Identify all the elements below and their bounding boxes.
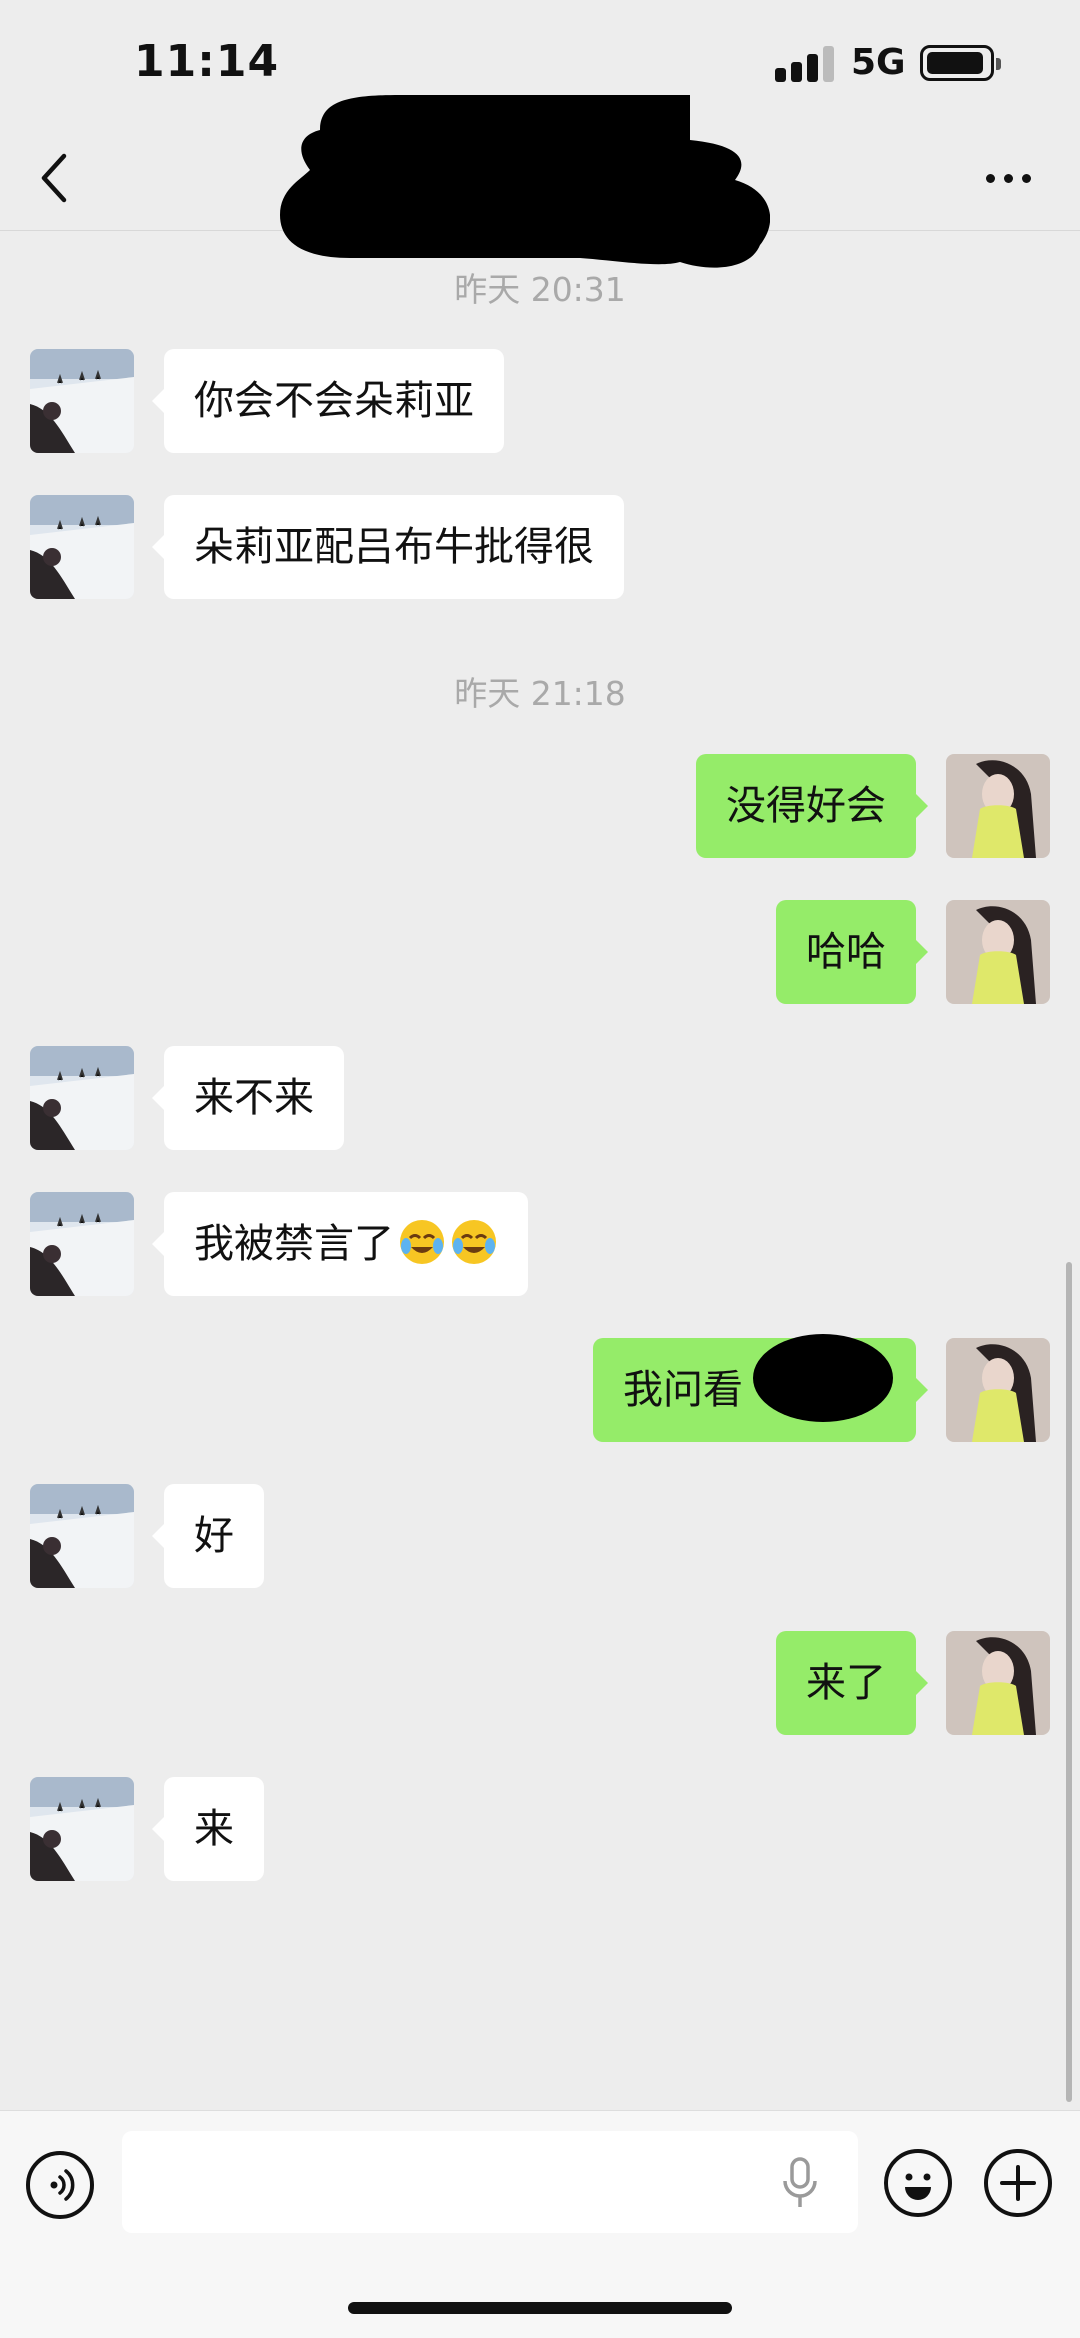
crying-laughing-emoji-icon bbox=[400, 1220, 444, 1264]
emoji-button[interactable] bbox=[884, 2149, 952, 2217]
message-bubble-outgoing[interactable]: 没得好会 bbox=[696, 754, 928, 858]
contact-avatar[interactable] bbox=[30, 1777, 134, 1881]
user-avatar[interactable] bbox=[946, 754, 1050, 858]
user-avatar[interactable] bbox=[946, 1338, 1050, 1442]
contact-avatar[interactable] bbox=[30, 1484, 134, 1588]
smiley-icon bbox=[905, 2173, 931, 2200]
microphone-icon[interactable] bbox=[780, 2157, 820, 2209]
message-input[interactable] bbox=[122, 2131, 858, 2233]
more-options-button[interactable] bbox=[984, 168, 1034, 188]
message-bubble-incoming[interactable]: 好 bbox=[152, 1484, 264, 1588]
contact-avatar[interactable] bbox=[30, 1046, 134, 1150]
message-row-outgoing: 我问看 bbox=[0, 1334, 1080, 1442]
chat-message-list[interactable]: 昨天 20:31 你会不会朵莉亚 朵莉亚配吕布牛批得很 昨天 21:18 没得好… bbox=[0, 231, 1080, 2111]
message-row-outgoing: 来了 bbox=[0, 1631, 1080, 1735]
message-bubble-outgoing[interactable]: 我问看 bbox=[593, 1334, 928, 1442]
chat-header bbox=[0, 95, 1080, 268]
contact-avatar[interactable] bbox=[30, 495, 134, 599]
message-row-incoming: 我被禁言了 bbox=[0, 1192, 1080, 1296]
message-text: 我被禁言了 bbox=[194, 1221, 394, 1267]
status-time: 11:14 bbox=[134, 36, 280, 87]
voice-wave-icon bbox=[50, 2169, 75, 2201]
more-actions-button[interactable] bbox=[984, 2149, 1052, 2217]
message-bubble-incoming[interactable]: 来不来 bbox=[152, 1046, 344, 1150]
plus-icon bbox=[1000, 2165, 1036, 2201]
signal-icon bbox=[775, 46, 837, 82]
network-label: 5G bbox=[851, 42, 906, 83]
message-bubble-outgoing[interactable]: 来了 bbox=[776, 1631, 928, 1735]
message-timestamp: 昨天 20:31 bbox=[454, 270, 626, 309]
message-bubble-incoming[interactable]: 你会不会朵莉亚 bbox=[152, 349, 504, 453]
message-row-incoming: 来 bbox=[0, 1777, 1080, 1881]
message-row-incoming: 来不来 bbox=[0, 1046, 1080, 1150]
message-row-outgoing: 哈哈 bbox=[0, 900, 1080, 1004]
message-bubble-incoming[interactable]: 朵莉亚配吕布牛批得很 bbox=[152, 495, 624, 599]
chat-scrollbar[interactable] bbox=[1066, 1262, 1072, 2102]
redacted-text-mark bbox=[753, 1334, 893, 1422]
message-row-outgoing: 没得好会 bbox=[0, 754, 1080, 858]
message-row-incoming: 你会不会朵莉亚 bbox=[0, 349, 1080, 453]
user-avatar[interactable] bbox=[946, 1631, 1050, 1735]
message-bubble-incoming[interactable]: 来 bbox=[152, 1777, 264, 1881]
message-bubble-incoming[interactable]: 我被禁言了 bbox=[152, 1192, 528, 1296]
home-indicator[interactable] bbox=[348, 2302, 732, 2314]
contact-avatar[interactable] bbox=[30, 1192, 134, 1296]
message-timestamp: 昨天 21:18 bbox=[454, 674, 626, 713]
message-text: 我问看 bbox=[623, 1367, 743, 1413]
message-bubble-outgoing[interactable]: 哈哈 bbox=[776, 900, 928, 1004]
voice-mode-button[interactable] bbox=[26, 2151, 94, 2219]
message-row-incoming: 朵莉亚配吕布牛批得很 bbox=[0, 495, 1080, 599]
contact-avatar[interactable] bbox=[30, 349, 134, 453]
chevron-left-icon[interactable] bbox=[36, 148, 76, 208]
crying-laughing-emoji-icon bbox=[452, 1220, 496, 1264]
battery-icon bbox=[920, 45, 1001, 81]
user-avatar[interactable] bbox=[946, 900, 1050, 1004]
message-row-incoming: 好 bbox=[0, 1484, 1080, 1588]
